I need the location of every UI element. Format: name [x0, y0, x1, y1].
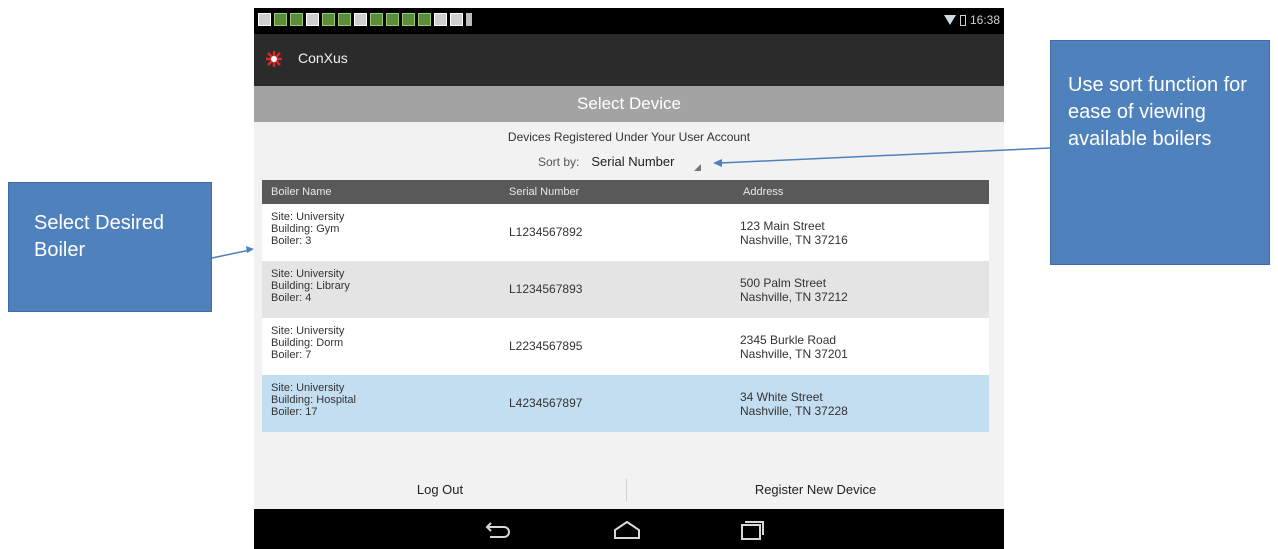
- serial-number-cell: L2234567895: [509, 339, 583, 353]
- notification-icon: [274, 13, 287, 26]
- building-label: Building: Hospital: [271, 394, 356, 406]
- page-subtitle: Devices Registered Under Your User Accou…: [507, 130, 751, 144]
- address-line-2: Nashville, TN 37216: [740, 233, 848, 247]
- building-label: Building: Library: [271, 280, 350, 292]
- left-arrow: [211, 249, 251, 259]
- serial-number-cell: L4234567897: [509, 396, 583, 410]
- notification-icon: [258, 13, 271, 26]
- notification-icon: [418, 13, 431, 26]
- site-label: Site: University: [271, 382, 345, 394]
- table-row-selected[interactable]: Site: University Building: Hospital Boil…: [262, 375, 989, 432]
- action-bar: ConXus: [254, 34, 1004, 86]
- address-line-1: 500 Palm Street: [740, 276, 827, 290]
- table-row[interactable]: Site: University Building: Gym Boiler: 3…: [262, 204, 989, 261]
- wifi-icon: [943, 15, 956, 25]
- table-row[interactable]: Site: University Building: Library Boile…: [262, 261, 989, 318]
- dropdown-caret-icon: [694, 164, 702, 171]
- page-title: Select Device: [254, 86, 1004, 122]
- sort-function-callout: Use sort function for ease of viewing av…: [1050, 40, 1270, 265]
- address-line-1: 2345 Burkle Road: [740, 333, 837, 347]
- address-line-2: Nashville, TN 37201: [740, 347, 848, 361]
- boiler-label: Boiler: 7: [271, 349, 312, 361]
- address-line-1: 123 Main Street: [740, 219, 825, 233]
- building-label: Building: Dorm: [271, 337, 344, 349]
- status-bar: 16:38: [254, 8, 1004, 34]
- clock: 16:38: [969, 13, 1000, 27]
- register-device-button[interactable]: Register New Device: [627, 473, 1004, 507]
- address-cell: 500 Palm Street Nashville, TN 37212: [740, 276, 848, 304]
- sort-dropdown[interactable]: Serial Number: [591, 153, 703, 171]
- boiler-name-cell: Site: University Building: Hospital Boil…: [271, 382, 356, 418]
- address-cell: 123 Main Street Nashville, TN 37216: [740, 219, 848, 247]
- notification-icon: [338, 13, 351, 26]
- address-line-1: 34 White Street: [740, 390, 823, 404]
- notification-icon: [402, 13, 415, 26]
- address-cell: 34 White Street Nashville, TN 37228: [740, 390, 848, 418]
- notification-icon: [386, 13, 399, 26]
- notification-icon: [450, 13, 463, 26]
- app-title: ConXus: [298, 50, 348, 66]
- boiler-name-cell: Site: University Building: Dorm Boiler: …: [271, 325, 344, 361]
- mail-icon: [306, 13, 319, 26]
- device-table: Boiler Name Serial Number Address Site: …: [262, 180, 989, 432]
- notification-icon: [466, 13, 472, 26]
- notification-icon: [434, 13, 447, 26]
- boiler-name-cell: Site: University Building: Gym Boiler: 3: [271, 211, 344, 247]
- boiler-label: Boiler: 4: [271, 292, 312, 304]
- column-header-serial-number: Serial Number: [509, 186, 580, 198]
- column-header-boiler-name: Boiler Name: [271, 186, 332, 198]
- notification-icon: [322, 13, 335, 26]
- notification-icon: [370, 13, 383, 26]
- home-icon[interactable]: [612, 519, 642, 541]
- site-label: Site: University: [271, 211, 345, 223]
- boiler-name-cell: Site: University Building: Library Boile…: [271, 268, 350, 304]
- serial-number-cell: L1234567892: [509, 225, 583, 239]
- notification-icons: [258, 13, 472, 29]
- address-cell: 2345 Burkle Road Nashville, TN 37201: [740, 333, 848, 361]
- battery-icon: [959, 14, 966, 26]
- table-row[interactable]: Site: University Building: Dorm Boiler: …: [262, 318, 989, 375]
- sort-label: Sort by:: [538, 155, 580, 169]
- notification-icon: [354, 13, 367, 26]
- address-line-2: Nashville, TN 37212: [740, 290, 848, 304]
- sort-row: Sort by: Serial Number: [538, 153, 703, 171]
- site-label: Site: University: [271, 268, 345, 280]
- left-arrow-head: [246, 246, 254, 253]
- notification-icon: [290, 13, 303, 26]
- boiler-label: Boiler: 3: [271, 235, 312, 247]
- building-label: Building: Gym: [271, 223, 340, 235]
- bottom-button-bar: Log Out Register New Device: [254, 473, 1004, 507]
- recents-icon[interactable]: [736, 519, 766, 541]
- system-nav-bar: [254, 509, 1004, 549]
- tablet-screen: 16:38 ConXus Select Device Devices Regis…: [254, 8, 1004, 549]
- serial-number-cell: L1234567893: [509, 282, 583, 296]
- sort-dropdown-value: Serial Number: [591, 154, 675, 169]
- column-header-address: Address: [743, 186, 784, 198]
- back-icon[interactable]: [482, 519, 512, 541]
- table-header: Boiler Name Serial Number Address: [262, 180, 989, 204]
- status-right: 16:38: [943, 13, 1000, 27]
- boiler-label: Boiler: 17: [271, 406, 318, 418]
- select-boiler-callout: Select Desired Boiler: [8, 182, 212, 312]
- logout-button[interactable]: Log Out: [254, 473, 626, 507]
- site-label: Site: University: [271, 325, 345, 337]
- address-line-2: Nashville, TN 37228: [740, 404, 848, 418]
- app-logo-icon: [266, 51, 282, 67]
